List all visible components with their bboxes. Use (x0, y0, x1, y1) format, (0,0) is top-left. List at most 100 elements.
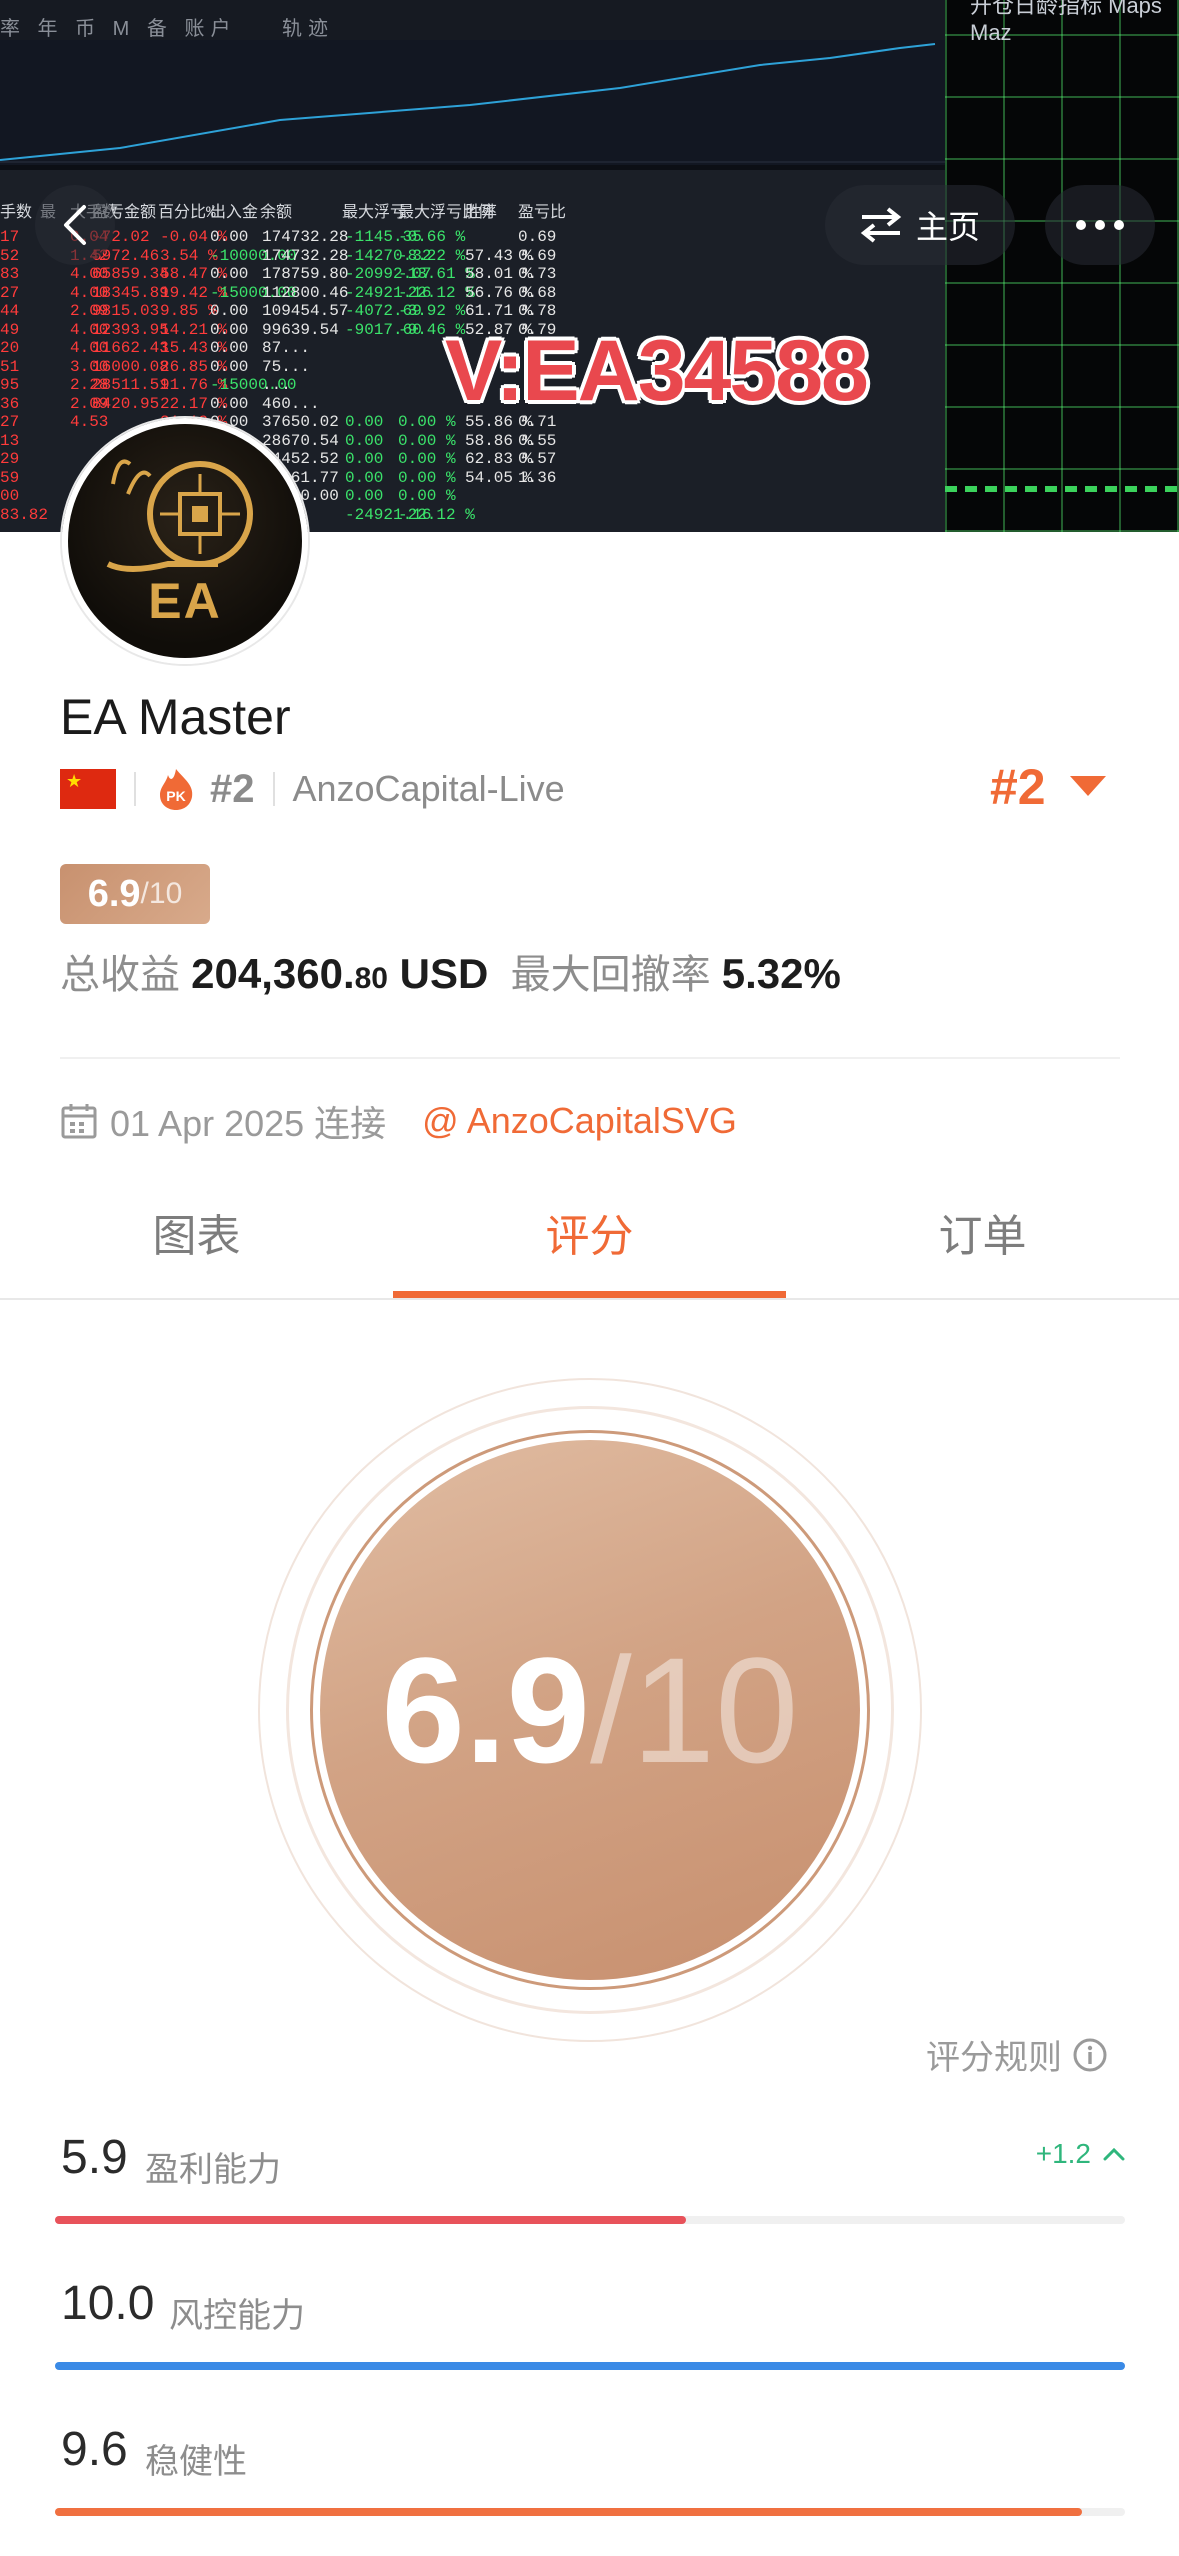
table-header-cell: 胜率 (465, 204, 498, 222)
score-rules-link[interactable]: 评分规则 (926, 2030, 1108, 2079)
metric-fill-bar (55, 2508, 1083, 2516)
table-cell: 0.00 (210, 357, 249, 376)
table-cell: ... (262, 376, 291, 394)
equity-curve-line (0, 43, 936, 161)
total-profit-value: 204,360. (191, 950, 355, 997)
max-drawdown-value: 5.32% (721, 950, 841, 997)
home-label: 主页 (915, 209, 980, 245)
table-cell: 0.00 % (398, 431, 456, 450)
table-cell: 0.00 (210, 265, 249, 283)
metric-fill-bar (55, 2362, 1125, 2370)
metric-track (55, 2362, 1125, 2370)
divider (60, 1057, 1120, 1059)
banner-dash-line (945, 486, 1179, 492)
table-cell: 27 (0, 283, 20, 302)
table-header-cell: 最大浮亏 (342, 204, 407, 222)
table-header-cell: 出入金 (210, 204, 259, 222)
divider (134, 772, 136, 806)
table-row: 83 4.00 65859.34 58.47 % 0.00 178759.80 -20992… (0, 265, 945, 284)
metric-label: 风控能力 (169, 2297, 305, 2335)
table-cell: 0.00 % (398, 487, 456, 505)
banner-top-labels: 率 年 币 M 备 账户 (0, 18, 237, 40)
table-header-cell: 盈亏比 (518, 204, 567, 222)
metric-delta[interactable]: +1.2 (1036, 2138, 1125, 2170)
table-cell: 9.85 % (160, 302, 218, 320)
chevron-left-icon (64, 205, 86, 245)
banner-top-strip: 率 年 币 M 备 账户 轨迹 (0, 0, 945, 40)
table-cell: 0.00 (345, 431, 384, 450)
equity-curve-chart (0, 40, 945, 165)
table-cell: 109454.57 (262, 302, 349, 320)
calendar-icon (61, 1104, 97, 1139)
table-cell: 0.68 (518, 283, 557, 302)
table-cell: 0.00 (345, 487, 384, 505)
chevron-up-icon (1103, 2147, 1125, 2161)
table-cell: 12393.95 (92, 320, 169, 339)
table-cell: 0.00 (210, 302, 249, 320)
table-header-cell: 手数 (0, 204, 33, 222)
table-cell: 16000.08 (92, 357, 169, 376)
swap-arrows-icon (860, 207, 902, 243)
table-cell: 17 (0, 228, 20, 246)
avatar[interactable]: EA (62, 418, 308, 664)
table-cell: 49 (0, 320, 20, 339)
table-cell: 87... (262, 339, 311, 357)
rank-small: #2 (210, 766, 255, 811)
table-cell: 0.00 (345, 468, 384, 487)
table-cell: 75... (262, 357, 311, 376)
total-profit-cents: 80 (354, 962, 388, 995)
tab-bar: 图表 评分 订单 (0, 1178, 1179, 1300)
equity-curve-svg (0, 43, 945, 163)
avatar-text: EA (148, 573, 222, 629)
table-cell: 28670.54 (262, 431, 339, 450)
account-meta-row: ★ PK #2 AnzoCapital-Live (60, 762, 565, 816)
table-cell: 0.00 (210, 320, 249, 339)
table-cell: 1.36 (518, 468, 557, 487)
score-disk: 6.9 /10 (320, 1440, 860, 1980)
home-button[interactable]: 主页 (825, 185, 1015, 265)
table-cell: 52 (0, 246, 20, 265)
connected-date: 01 Apr 2025 连接 (110, 1103, 387, 1144)
score-rules-label: 评分规则 (926, 2039, 1062, 2077)
metric-track (55, 2508, 1125, 2516)
divider (272, 772, 275, 806)
back-button[interactable] (35, 185, 115, 265)
rank-dropdown-value[interactable]: #2 (990, 758, 1046, 816)
total-profit-label: 总收益 (60, 953, 180, 997)
metric-delta-value: +1.2 (1035, 2138, 1091, 2169)
table-row: 27 4.00 18345.89 19.42 % -15000.00 112800.46-… (0, 284, 945, 303)
more-button[interactable] (1045, 185, 1155, 265)
score-badge: 6.9 /10 (60, 864, 210, 924)
table-cell: 27 (0, 413, 20, 431)
banner-top-right-text: 开仓日龄指标 Maps Maz (970, 0, 1162, 45)
tab-chart[interactable]: 图表 (0, 1178, 393, 1298)
table-cell: 0.00 % (398, 450, 456, 468)
server-name: AnzoCapital-Live (292, 768, 565, 809)
table-cell: 28511.51 (92, 376, 169, 394)
table-cell: 0.00 (345, 450, 384, 468)
handle-link[interactable]: @ AnzoCapitalSVG (422, 1100, 737, 1142)
tab-rating[interactable]: 评分 (393, 1178, 786, 1298)
max-drawdown-label: 最大回撤率 (510, 953, 711, 997)
table-cell: 0.00 (210, 228, 249, 246)
table-cell: 3.54 % (160, 246, 218, 265)
table-cell: 0.00 (345, 413, 384, 431)
china-flag-icon: ★ (60, 769, 116, 809)
metric-label: 盈利能力 (145, 2151, 281, 2189)
table-cell: 95 (0, 376, 20, 394)
table-cell: 36 (0, 394, 20, 413)
tab-orders[interactable]: 订单 (786, 1178, 1179, 1298)
table-header-cell: 余额 (260, 204, 293, 222)
caret-down-icon[interactable] (1070, 776, 1106, 796)
table-cell: -22.12 % (398, 505, 475, 524)
banner-track-label: 轨迹 (282, 18, 334, 40)
table-cell: 20 (0, 339, 20, 357)
table-cell: 0.00 (210, 339, 249, 357)
table-cell: 18345.89 (92, 283, 169, 302)
table-cell: 99639.54 (262, 320, 339, 339)
total-profit-currency: USD (399, 950, 489, 997)
table-cell: 65859.34 (92, 265, 169, 283)
metric-fill-bar (55, 2216, 687, 2224)
overall-score-value: 6.9 (381, 1625, 590, 1794)
table-cell: 0.73 (518, 265, 557, 283)
